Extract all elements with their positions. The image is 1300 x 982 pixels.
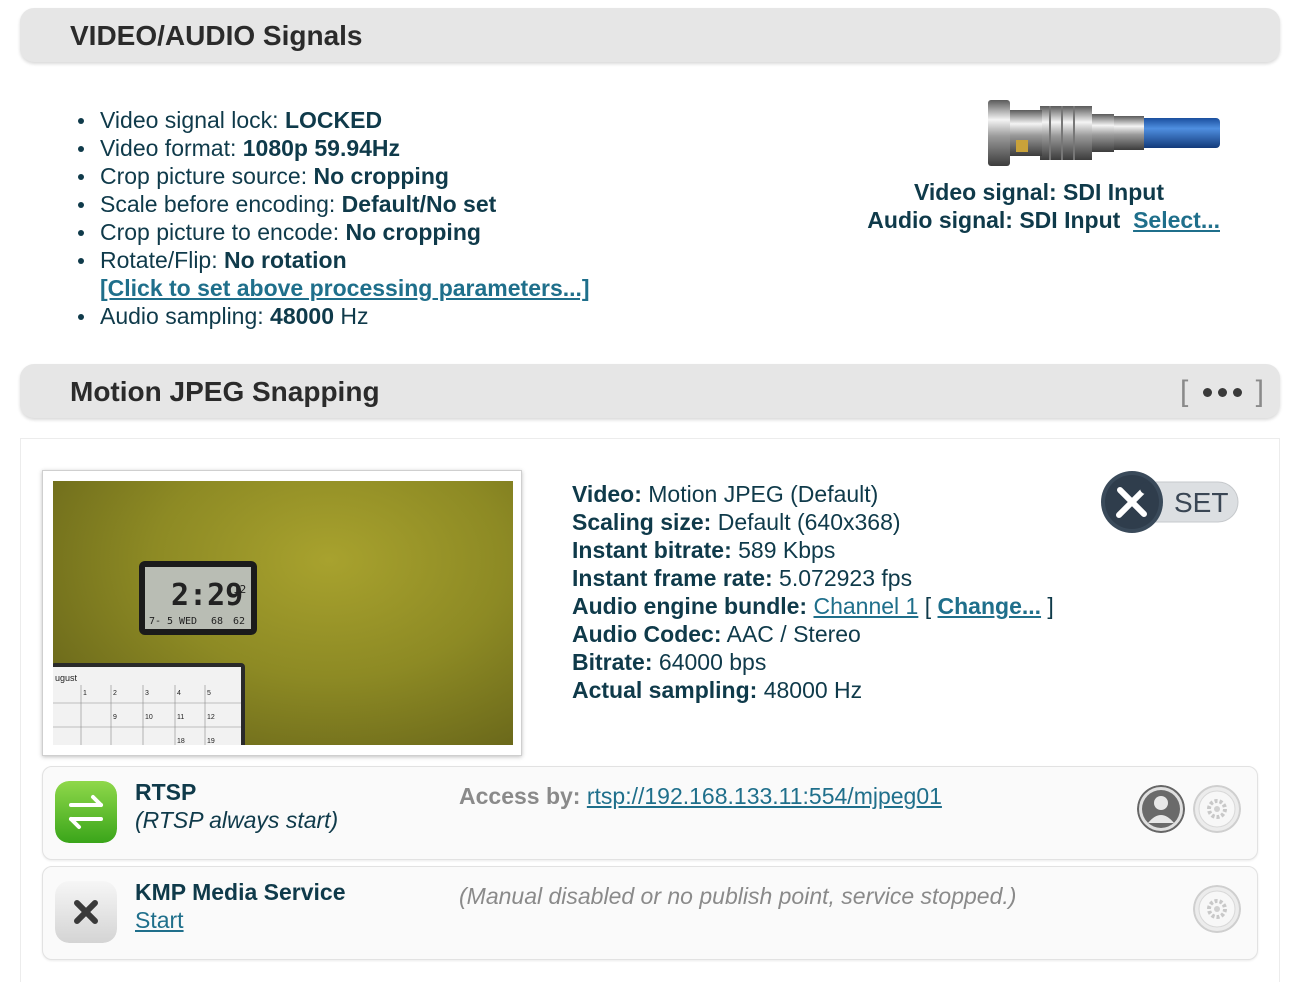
- rtsp-service-row: RTSP (RTSP always start) Access by: rtsp…: [42, 766, 1258, 860]
- clock-temp2: 62: [233, 616, 245, 627]
- svg-text:5: 5: [207, 690, 211, 697]
- list-item: Video format: 1080p 59.94Hz: [78, 134, 590, 162]
- section-title: Motion JPEG Snapping: [70, 376, 380, 407]
- svg-text:9: 9: [113, 714, 117, 721]
- clock-date: 7- 5: [149, 616, 173, 627]
- rtsp-access: Access by: rtsp://192.168.133.11:554/mjp…: [459, 783, 942, 809]
- svg-text:3: 3: [145, 690, 149, 697]
- clock-day: WED: [179, 616, 197, 627]
- scaling-size-row: Scaling size: Default (640x368): [572, 509, 901, 535]
- stopped-icon[interactable]: [55, 881, 117, 943]
- motion-jpeg-snapping-header: Motion JPEG Snapping [ ]: [20, 364, 1280, 418]
- audio-signal-label: Audio signal: SDI Input: [867, 207, 1121, 233]
- list-item: Crop picture to encode: No cropping: [78, 218, 590, 246]
- rtsp-name: RTSP: [135, 779, 197, 805]
- stream-info: Video: Motion JPEG (Default) Scaling siz…: [572, 480, 1054, 704]
- instant-bitrate-row: Instant bitrate: 589 Kbps: [572, 537, 836, 563]
- video-codec-row: Video: Motion JPEG (Default): [572, 481, 879, 507]
- start-service-link[interactable]: Start: [135, 907, 184, 933]
- svg-text:1: 1: [83, 690, 87, 697]
- actual-sampling-row: Actual sampling: 48000 Hz: [572, 677, 863, 703]
- video-preview-frame[interactable]: 2:29 12 7- 5 WED 68 62 ugust 12345 9 10 11…: [42, 470, 522, 756]
- ellipsis-icon: [1202, 387, 1242, 397]
- set-label: SET: [1174, 487, 1228, 518]
- user-icon[interactable]: [1137, 785, 1185, 833]
- change-bundle-link[interactable]: Change...: [938, 593, 1042, 619]
- list-item: Crop picture source: No cropping: [78, 162, 590, 190]
- signal-source-info: Video signal: SDI Input Audio signal: SD…: [800, 178, 1220, 234]
- kmp-service-row: KMP Media Service Start (Manual disabled…: [42, 866, 1258, 960]
- gear-icon[interactable]: [1193, 885, 1241, 933]
- svg-text:19: 19: [207, 738, 215, 745]
- gear-icon[interactable]: [1193, 785, 1241, 833]
- select-signal-link[interactable]: Select...: [1133, 207, 1220, 233]
- video-audio-signals-header: VIDEO/AUDIO Signals: [20, 8, 1280, 62]
- svg-text:2: 2: [113, 690, 117, 697]
- calendar-month: ugust: [55, 673, 78, 683]
- rtsp-stream-icon[interactable]: [55, 781, 117, 843]
- clock-seconds: 12: [233, 583, 246, 596]
- svg-text:11: 11: [177, 714, 184, 721]
- list-item: Audio sampling: 48000 Hz: [78, 302, 590, 330]
- section-title: VIDEO/AUDIO Signals: [70, 20, 363, 51]
- audio-codec-row: Audio Codec: AAC / Stereo: [572, 621, 861, 647]
- audio-bundle-row: Audio engine bundle: Channel 1 [ Change.…: [572, 593, 1054, 619]
- list-item: [Click to set above processing parameter…: [78, 274, 590, 302]
- frame-rate-row: Instant frame rate: 5.072923 fps: [572, 565, 913, 591]
- svg-text:10: 10: [145, 714, 153, 721]
- video-snapshot-image: 2:29 12 7- 5 WED 68 62 ugust 12345 9 10 11…: [53, 481, 513, 745]
- channel-link[interactable]: Channel 1: [813, 593, 918, 619]
- video-signal-label: Video signal: SDI Input: [913, 179, 1164, 205]
- list-item: Rotate/Flip: No rotation: [78, 246, 590, 274]
- set-button[interactable]: SET: [1100, 470, 1242, 534]
- list-item: Video signal lock: LOCKED: [78, 106, 590, 134]
- clock-temp1: 68: [211, 616, 223, 627]
- kmp-name: KMP Media Service: [135, 879, 346, 905]
- clock-scene: 2:29 12 7- 5 WED 68 62 ugust 12345 9 10 11…: [53, 561, 257, 745]
- rtsp-subtitle: (RTSP always start): [135, 807, 339, 833]
- processing-parameters-link[interactable]: [Click to set above processing parameter…: [100, 275, 590, 301]
- rtsp-url-link[interactable]: rtsp://192.168.133.11:554/mjpeg01: [587, 783, 942, 809]
- svg-text:4: 4: [177, 690, 181, 697]
- more-options-button[interactable]: [ ]: [1180, 374, 1264, 410]
- audio-bitrate-row: Bitrate: 64000 bps: [572, 649, 767, 675]
- svg-text:12: 12: [207, 714, 215, 721]
- svg-text:18: 18: [177, 738, 185, 745]
- bracket-left: [: [1180, 375, 1189, 408]
- sdi-connector-icon: [988, 100, 1220, 166]
- signal-status-list: Video signal lock: LOCKED Video format: …: [78, 106, 590, 330]
- bracket-right: ]: [1255, 375, 1264, 408]
- kmp-start: Start: [135, 907, 184, 934]
- list-item: Scale before encoding: Default/No set: [78, 190, 590, 218]
- kmp-status: (Manual disabled or no publish point, se…: [459, 883, 1017, 909]
